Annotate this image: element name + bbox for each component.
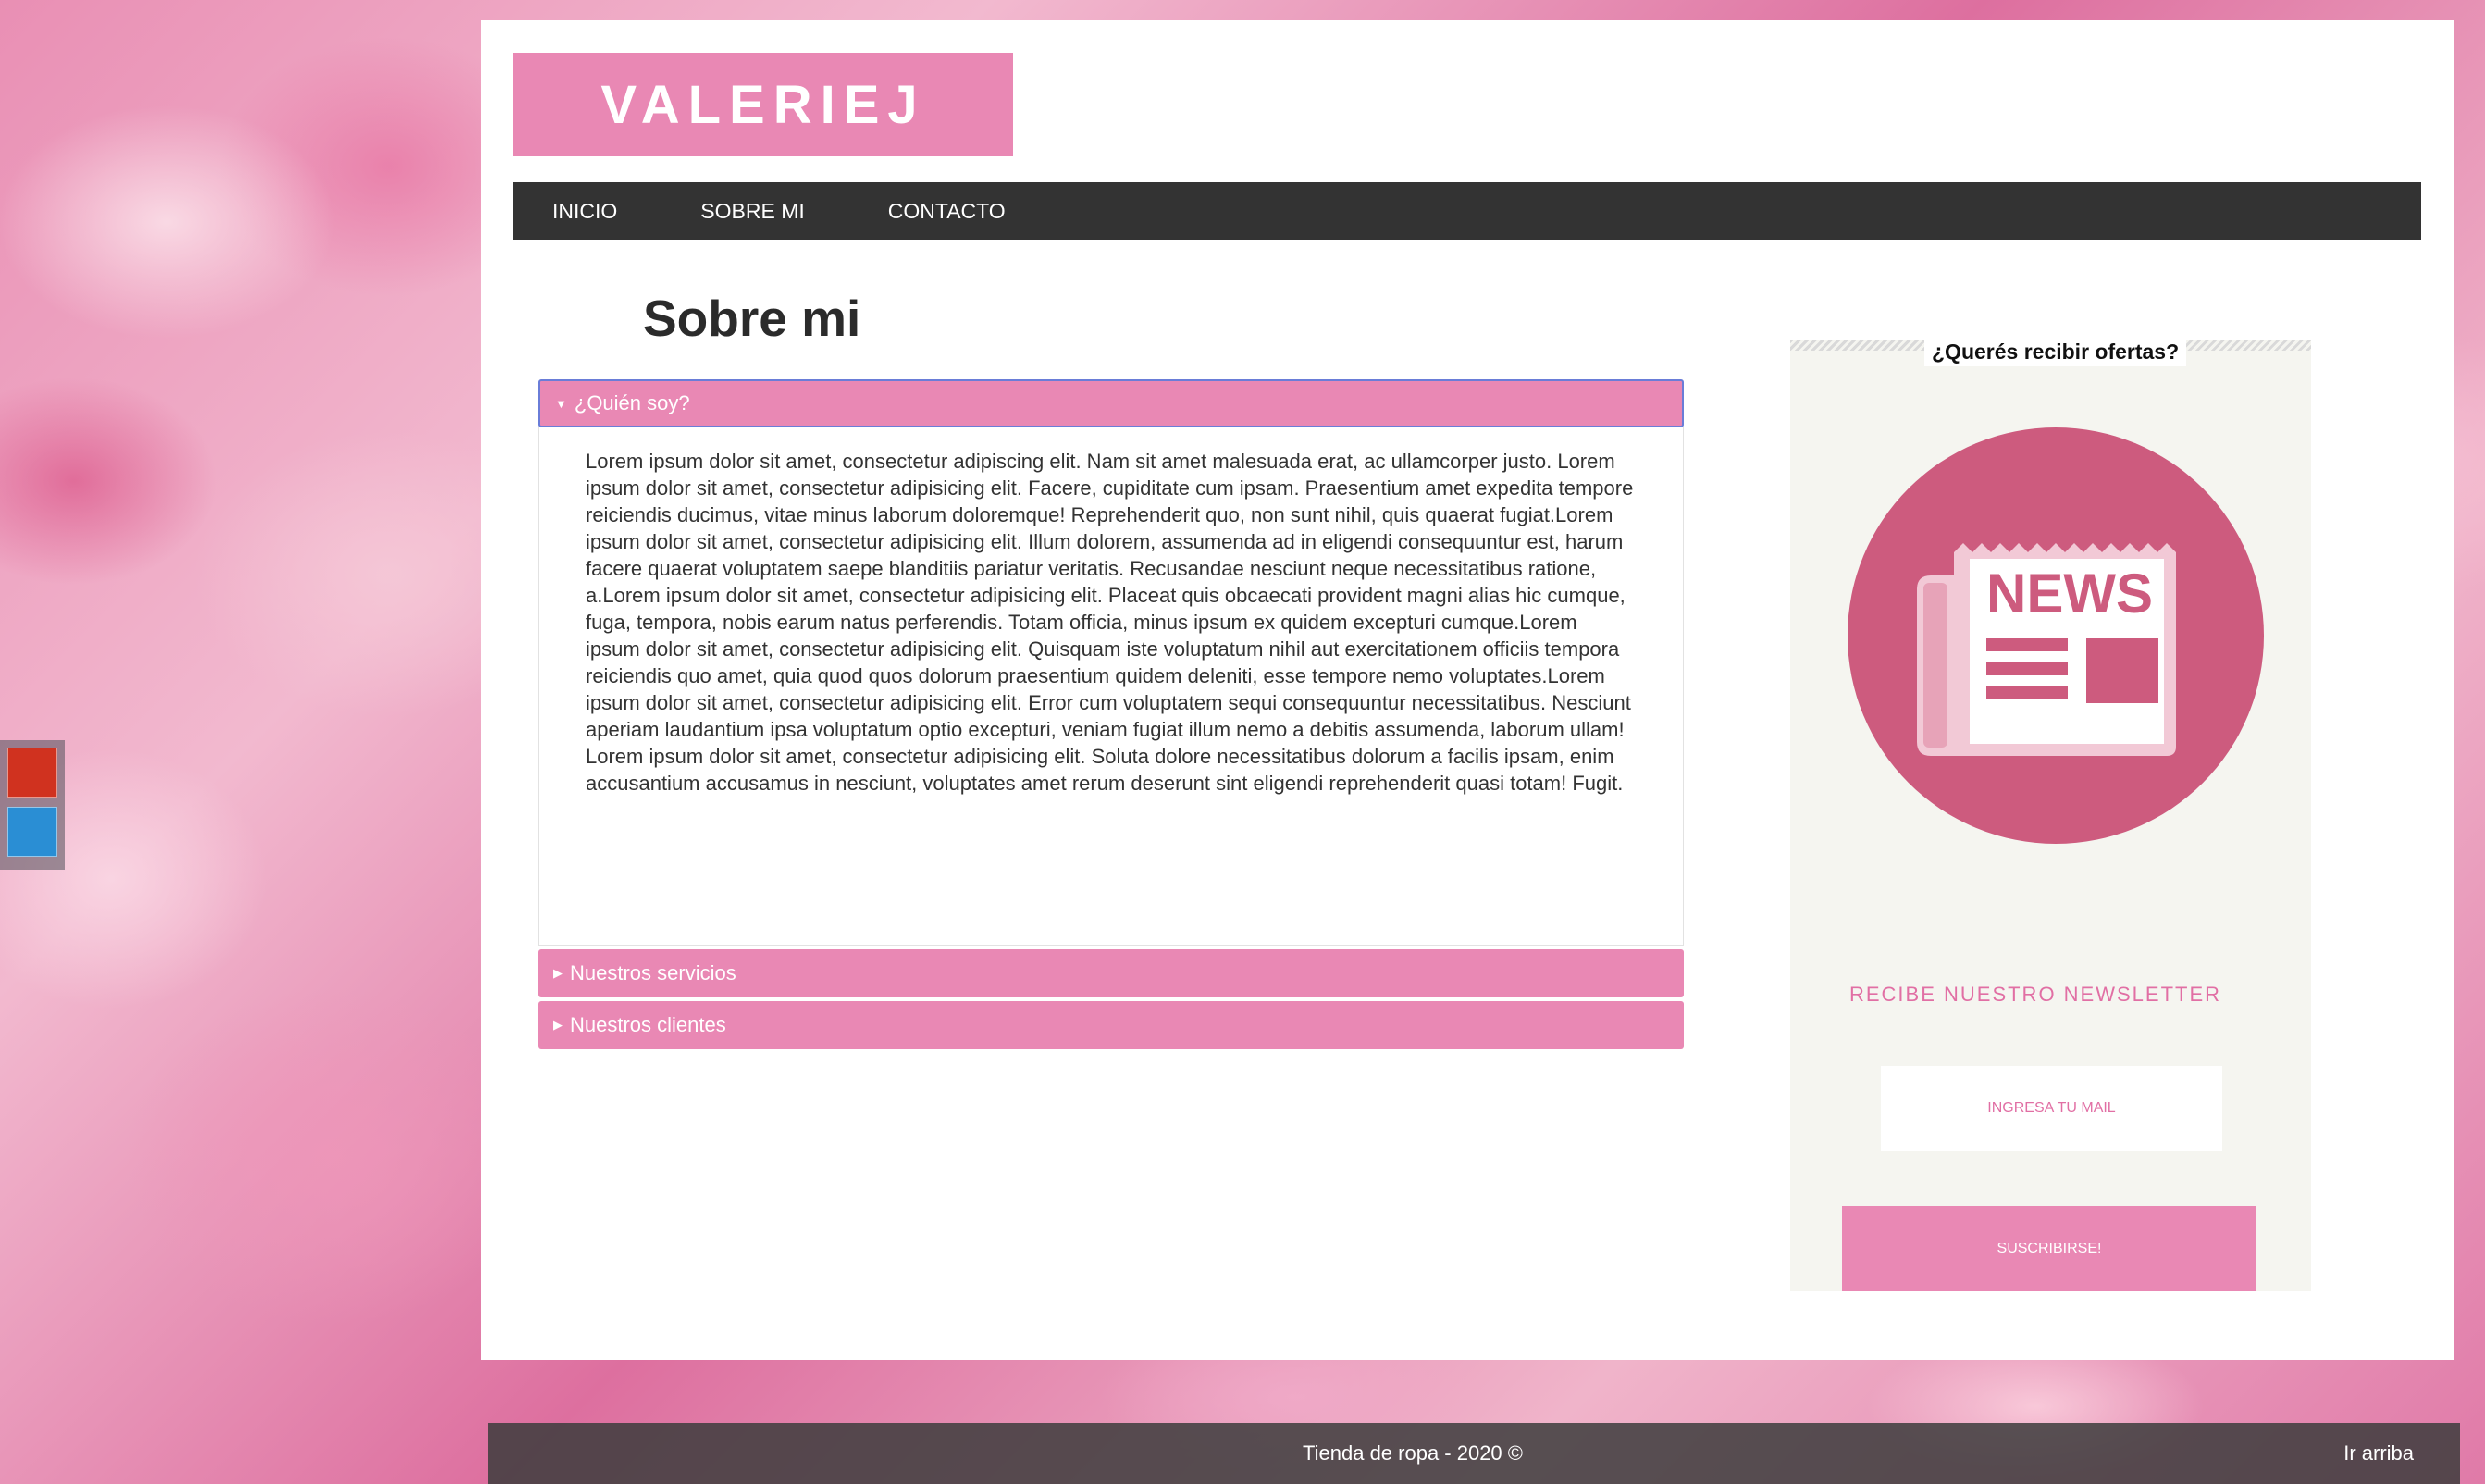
accordion-header-nuestros-clientes[interactable]: ▶ Nuestros clientes bbox=[538, 1001, 1684, 1049]
accordion-panel-text: Lorem ipsum dolor sit amet, consectetur … bbox=[586, 450, 1634, 795]
accordion-header-label: ¿Quién soy? bbox=[574, 391, 690, 414]
accordion-header-nuestros-servicios[interactable]: ▶ Nuestros servicios bbox=[538, 949, 1684, 997]
caret-down-icon: ▼ bbox=[555, 396, 567, 411]
subscribe-button[interactable]: SUSCRIBIRSE! bbox=[1842, 1206, 2256, 1291]
newsletter-sidebar: ¿Querés recibir ofertas? NEWS RECIBE NUE… bbox=[1790, 338, 2311, 1291]
back-to-top-link[interactable]: Ir arriba bbox=[2343, 1441, 2414, 1465]
logo-text: VALERIEJ bbox=[600, 74, 926, 135]
sidebar-title: ¿Querés recibir ofertas? bbox=[1924, 338, 2187, 366]
accordion: ▼ ¿Quién soy? Lorem ipsum dolor sit amet… bbox=[538, 379, 1684, 1049]
newspaper-icon-label: NEWS bbox=[1986, 563, 2153, 625]
newsletter-label: RECIBE NUESTRO NEWSLETTER bbox=[1848, 983, 2222, 1006]
email-input[interactable] bbox=[1881, 1066, 2222, 1151]
accordion-panel-quien-soy: Lorem ipsum dolor sit amet, consectetur … bbox=[538, 427, 1684, 946]
newspaper-icon: NEWS bbox=[1848, 427, 2264, 844]
accordion-header-label: Nuestros servicios bbox=[570, 961, 736, 984]
social-share-button-red[interactable] bbox=[7, 748, 57, 798]
caret-right-icon: ▶ bbox=[553, 1018, 563, 1032]
caret-right-icon: ▶ bbox=[553, 966, 563, 980]
accordion-header-label: Nuestros clientes bbox=[570, 1013, 726, 1036]
footer: Tienda de ropa - 2020 © Ir arriba bbox=[488, 1423, 2460, 1484]
social-share-bar bbox=[0, 740, 65, 870]
social-share-button-blue[interactable] bbox=[7, 807, 57, 857]
accordion-header-quien-soy[interactable]: ▼ ¿Quién soy? bbox=[538, 379, 1684, 427]
page-title: Sobre mi bbox=[643, 290, 861, 347]
main-navbar: INICIO SOBRE MI CONTACTO bbox=[513, 182, 2421, 240]
nav-item-inicio[interactable]: INICIO bbox=[552, 199, 617, 224]
nav-item-sobre-mi[interactable]: SOBRE MI bbox=[700, 199, 804, 224]
nav-item-contacto[interactable]: CONTACTO bbox=[888, 199, 1006, 224]
footer-copyright: Tienda de ropa - 2020 © bbox=[1303, 1441, 1523, 1465]
logo[interactable]: VALERIEJ bbox=[513, 53, 1013, 156]
page-container: VALERIEJ INICIO SOBRE MI CONTACTO Sobre … bbox=[481, 20, 2454, 1360]
